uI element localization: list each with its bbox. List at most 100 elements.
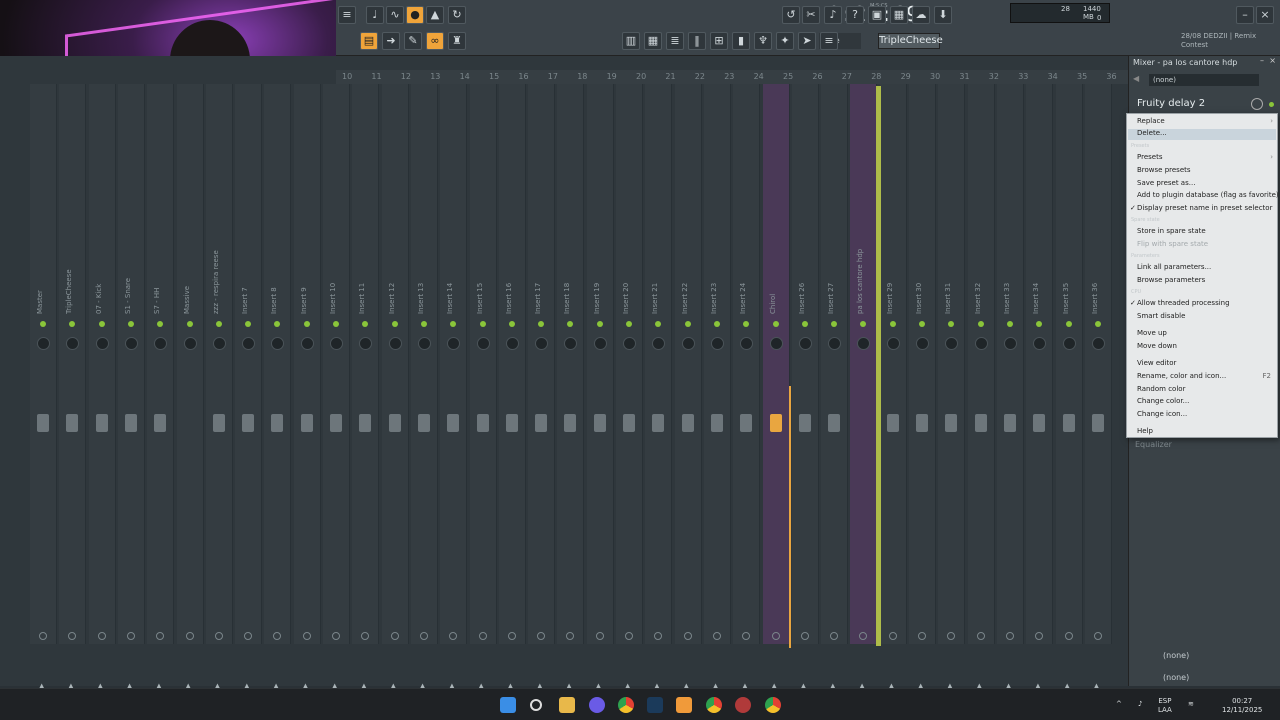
mixer-channel[interactable]: Insert 13 ▲ (410, 84, 438, 690)
timeline-ruler[interactable]: 10 11 12 13 14 15 16 17 18 19 20 21 22 23 24 25 26 27 28 29… (336, 70, 1128, 84)
pan-knob[interactable] (710, 337, 724, 350)
pan-knob[interactable] (916, 337, 929, 350)
route-knob[interactable] (566, 632, 575, 640)
volume-fader[interactable] (623, 414, 635, 432)
menu-view-editor[interactable]: View editor (1137, 359, 1176, 367)
mixer-channel[interactable]: Insert 12 ▲ (381, 84, 409, 690)
volume-fader[interactable] (886, 414, 899, 432)
link-icon[interactable]: ∞ (426, 32, 444, 50)
mixer-channel[interactable]: S7 - HH ▲ (147, 84, 175, 690)
route-knob[interactable] (39, 632, 47, 640)
metronome-icon[interactable]: ▲ (426, 6, 444, 24)
channel-enable-led[interactable] (831, 321, 838, 327)
volume-fader[interactable] (154, 414, 167, 432)
mixer-channel[interactable]: zzz - respira reese ▲ (205, 84, 233, 690)
volume-fader[interactable] (564, 414, 577, 432)
volume-fader[interactable] (1033, 414, 1046, 432)
volume-fader[interactable] (300, 414, 313, 432)
mixer-channel[interactable]: Insert 10 ▲ (323, 84, 350, 690)
channel-enable-led[interactable] (1094, 321, 1101, 327)
channel-enable-led[interactable] (1065, 321, 1072, 327)
route-knob[interactable] (126, 632, 135, 640)
mixer-channel[interactable]: Chirol ▲ (762, 84, 790, 690)
mixer-channel[interactable]: S1 - Snare ▲ (117, 84, 145, 690)
route-knob[interactable] (947, 632, 956, 640)
route-knob[interactable] (214, 632, 223, 640)
volume-fader[interactable] (95, 414, 108, 432)
volume-fader[interactable] (710, 414, 723, 432)
pattern-selector[interactable]: TripleCheese (878, 33, 943, 49)
menu-random-color[interactable]: Random color (1137, 385, 1185, 393)
pan-knob[interactable] (1091, 337, 1105, 350)
channel-enable-led[interactable] (420, 321, 427, 327)
channel-enable-led[interactable] (186, 321, 193, 327)
minimize-icon[interactable]: – (1236, 6, 1254, 24)
menu-button[interactable]: ≡ (338, 6, 356, 24)
list-icon[interactable]: ≡ (820, 32, 838, 50)
pan-knob[interactable] (505, 337, 519, 350)
channel-enable-led[interactable] (977, 321, 984, 327)
route-knob[interactable] (625, 632, 633, 640)
mixer-channel[interactable]: Insert 20 ▲ (616, 84, 643, 690)
route-knob[interactable] (273, 632, 282, 640)
pan-knob[interactable] (388, 337, 402, 350)
loop-icon[interactable]: ↻ (448, 6, 466, 24)
menu-browse-presets[interactable]: Browse presets (1137, 166, 1191, 174)
menu-move-up[interactable]: Move up (1137, 329, 1167, 337)
pan-knob[interactable] (154, 337, 168, 350)
volume-fader[interactable] (212, 414, 225, 432)
pan-knob[interactable] (476, 337, 490, 350)
pattern-mode-icon[interactable]: ♩ (366, 6, 384, 24)
channel-enable-led[interactable] (391, 321, 398, 327)
route-knob[interactable] (595, 632, 604, 640)
channel-enable-led[interactable] (860, 321, 867, 327)
menu-threaded-processing[interactable]: Allow threaded processing (1137, 299, 1230, 307)
tray-arrow-icon[interactable]: ^ (1116, 700, 1122, 708)
channel-enable-led[interactable] (303, 321, 310, 327)
output-selector[interactable]: (none) (1149, 650, 1269, 662)
mixer-channel[interactable]: Insert 29 ▲ (879, 84, 907, 690)
download-icon[interactable]: ⬇ (934, 6, 952, 24)
volume-fader[interactable] (974, 414, 987, 432)
menu-help[interactable]: Help (1137, 427, 1153, 435)
pan-knob[interactable] (828, 337, 842, 350)
chrome-profile-icon[interactable] (706, 697, 722, 713)
channel-enable-led[interactable] (801, 321, 808, 327)
volume-fader[interactable] (1091, 414, 1104, 432)
mixer-channel[interactable]: Insert 16 ▲ (498, 84, 526, 690)
pan-knob[interactable] (330, 337, 343, 350)
channel-enable-led[interactable] (919, 321, 925, 327)
piano-roll-icon[interactable]: ▦ (644, 32, 662, 50)
fl-studio-icon[interactable] (676, 697, 692, 713)
route-knob[interactable] (244, 632, 253, 640)
channel-enable-led[interactable] (157, 321, 164, 327)
route-knob[interactable] (361, 632, 370, 640)
menu-change-icon[interactable]: Change icon... (1137, 410, 1187, 418)
pan-knob[interactable] (359, 337, 373, 350)
channel-enable-led[interactable] (948, 321, 955, 327)
chrome-icon[interactable] (618, 697, 634, 713)
mixer-channel[interactable]: Insert 9 ▲ (293, 84, 321, 690)
mixer-channel[interactable]: Insert 17 ▲ (528, 84, 556, 690)
cut-icon[interactable]: ✂ (802, 6, 820, 24)
mixer-channel[interactable]: Insert 23 ▲ (703, 84, 731, 690)
mixer-channel[interactable]: Massive ▲ (176, 84, 204, 690)
route-knob[interactable] (683, 632, 692, 640)
steam-icon[interactable] (647, 697, 663, 713)
menu-save-preset[interactable]: Save preset as... (1137, 179, 1195, 187)
mixer-channel[interactable]: Insert 19 ▲ (586, 84, 614, 690)
waveform-icon[interactable]: ∿ (386, 6, 404, 24)
discord-icon[interactable] (589, 697, 605, 713)
volume-fader[interactable] (66, 414, 79, 432)
menu-change-color[interactable]: Change color... (1137, 397, 1189, 405)
pan-knob[interactable] (212, 337, 226, 350)
mixer-channel[interactable]: Insert 21 ▲ (645, 84, 673, 690)
mixer-channel[interactable]: TripleCheese ▲ (59, 84, 87, 690)
channel-enable-led[interactable] (98, 321, 105, 327)
channel-enable-led[interactable] (655, 321, 662, 327)
playlist-view-icon[interactable]: ≣ (666, 32, 684, 50)
menu-smart-disable[interactable]: Smart disable (1137, 312, 1185, 320)
volume-fader[interactable] (476, 414, 489, 432)
mixer-channel[interactable]: Insert 35 ▲ (1055, 84, 1083, 690)
volume-fader[interactable] (330, 414, 342, 432)
